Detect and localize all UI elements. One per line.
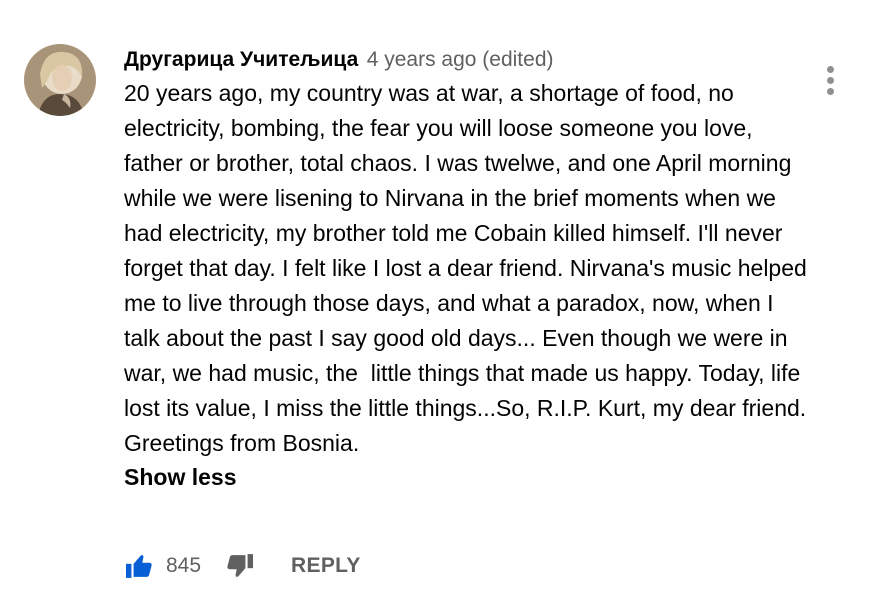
comment-toolbar: 845 REPLY xyxy=(124,548,361,584)
avatar-image xyxy=(24,44,96,116)
comment-thread: Другарица Учитељица 4 years ago (edited)… xyxy=(0,0,882,595)
like-count: 845 xyxy=(166,554,202,577)
show-less-button[interactable]: Show less xyxy=(124,461,236,493)
thumb-up-icon xyxy=(126,555,152,578)
published-time[interactable]: 4 years ago (edited) xyxy=(367,48,554,71)
comment-body: Другарица Учитељица 4 years ago (edited)… xyxy=(124,44,814,493)
reply-button[interactable]: REPLY xyxy=(291,554,361,578)
author-name[interactable]: Другарица Учитељица xyxy=(124,48,358,71)
like-button[interactable] xyxy=(124,551,154,581)
dislike-button[interactable] xyxy=(225,551,255,581)
comment-text: 20 years ago, my country was at war, a s… xyxy=(124,80,814,456)
comment-header: Другарица Учитељица 4 years ago (edited) xyxy=(124,44,814,76)
thumb-down-icon xyxy=(227,554,254,577)
more-vert-icon[interactable] xyxy=(817,60,845,100)
avatar[interactable] xyxy=(24,44,96,116)
